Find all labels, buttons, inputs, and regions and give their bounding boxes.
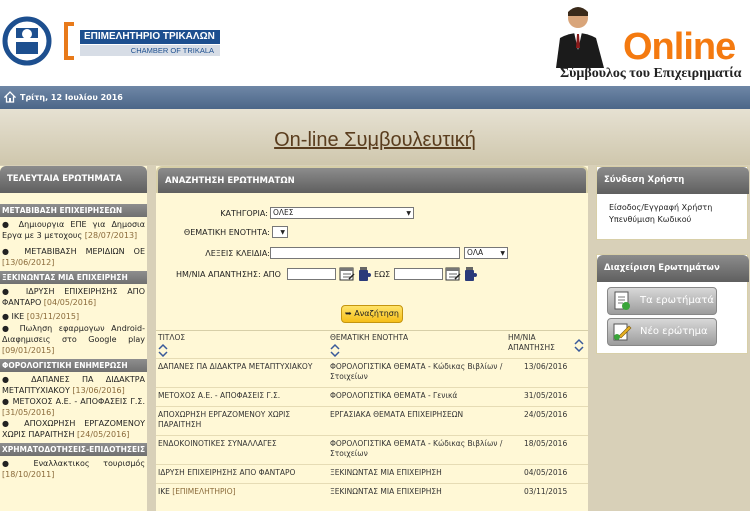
list-item[interactable]: ● Πωληση εφαρμογων Android- Διαφημισεις … — [0, 323, 147, 359]
chevron-down-icon: ▼ — [500, 250, 505, 257]
chevron-down-icon: ▼ — [406, 210, 411, 217]
chamber-name-gr: ΕΠΙΜΕΛΗΤΗΡΙΟ ΤΡΙΚΑΛΩΝ — [80, 30, 220, 44]
manage-title: Διαχείριση Ερωτημάτων — [597, 255, 749, 282]
date-bar: Τρίτη, 12 Ιουλίου 2016 — [0, 86, 750, 109]
login-register-link[interactable]: Είσοδος/Εγγραφή Χρήστη — [609, 202, 712, 213]
date-from-input[interactable] — [287, 268, 336, 280]
current-date: Τρίτη, 12 Ιουλίου 2016 — [20, 93, 123, 102]
keywords-mode-select[interactable]: ΟΛΑ ▼ — [464, 247, 508, 259]
chevron-down-icon: ▼ — [280, 229, 285, 236]
login-panel: Σύνδεση Χρήστη Είσοδος/Εγγραφή Χρήστη Υπ… — [596, 166, 749, 240]
list-item[interactable]: ● ΔΑΠΑΝΕΣ ΠΑ ΔΙΔΑΚΤΡΑ ΜΕΤΑΠΤΥΧΙΑΚΟΥ [13/… — [0, 372, 147, 396]
table-row[interactable]: ΙΚΕ [ΕΠΙΜΕΛΗΤΗΡΙΟ] ΞΕΚΙΝΩΝΤΑΣ ΜΙΑ ΕΠΙΧΕΙ… — [156, 483, 588, 502]
table-row[interactable]: ΜΕΤΟΧΟΣ Α.Ε. - ΑΠΟΦΑΣΕΙΣ Γ.Σ. ΦΟΡΟΛΟΓΙΣΤ… — [156, 387, 588, 406]
keywords-input[interactable] — [270, 247, 460, 259]
latest-questions-title: ΤΕΛΕΥΤΑΙΑ ΕΡΩΤΗΜΑΤΑ — [0, 166, 147, 193]
online-tagline: Σύμβουλος του Επιχειρηματία — [560, 66, 742, 81]
calendar-icon[interactable] — [445, 266, 461, 282]
table-row[interactable]: ΕΝΔΟΚΟΙΝΟΤΙΚΕΣ ΣΥΝΑΛΛΑΓΕΣ ΦΟΡΟΛΟΓΙΣΤΙΚΑ … — [156, 435, 588, 464]
businessman-icon — [556, 7, 604, 68]
sort-icon[interactable] — [330, 343, 340, 357]
online-brand: Online — [623, 26, 736, 68]
chamber-name-en: CHAMBER OF TRIKALA — [80, 45, 220, 56]
results-table: ΔΑΠΑΝΕΣ ΠΑ ΔΙΔΑΚΤΡΑ ΜΕΤΑΠΤΥΧΙΑΚΟΥ ΦΟΡΟΛΟ… — [156, 358, 588, 502]
list-item[interactable]: ● ΜΕΤΟΧΟΣ Α.Ε. - ΑΠΟΦΑΣΕΙΣ Γ.Σ. [31/05/2… — [0, 396, 147, 418]
column-header-title[interactable]: ΤΙΤΛΟΣ — [158, 333, 185, 357]
table-row[interactable]: ΙΔΡΥΣΗ ΕΠΙΧΕΙΡΗΣΗΣ ΑΠΟ ΦΑΝΤΑΡΟ ΞΕΚΙΝΩΝΤΑ… — [156, 464, 588, 483]
to-label: ΕΩΣ — [374, 270, 391, 279]
category-heading[interactable]: ΦΟΡΟΛΟΓΙΣΤΙΚΗ ΕΝΗΜΕΡΩΣΗ — [0, 359, 147, 372]
search-panel-title: ΑΝΑΖΗΤΗΣΗ ΕΡΩΤΗΜΑΤΩΝ — [156, 166, 588, 193]
list-item[interactable]: ● ΑΠΟΧΩΡΗΣΗ ΕΡΓΑΖΟΜΕΝΟΥ ΧΩΡΙΣ ΠΑΡΑΙΤΗΣΗ … — [0, 418, 147, 443]
my-questions-button[interactable]: Τα ερωτήματά μου — [607, 287, 735, 315]
search-button[interactable]: ➥ Αναζήτηση — [341, 305, 403, 323]
edit-document-icon — [613, 323, 632, 341]
keywords-label: ΛΕΞΕΙΣ ΚΛΕΙΔΙΑ: — [205, 249, 270, 258]
search-panel: ΑΝΑΖΗΤΗΣΗ ΕΡΩΤΗΜΑΤΩΝ ΚΑΤΗΓΟΡΙΑ: ΟΛΕΣ ▼ ΘΕ… — [156, 166, 588, 511]
list-item[interactable]: ● Εναλλακτικος τουρισμός [18/10/2011] — [0, 456, 147, 483]
column-header-date[interactable]: ΗΜ/ΝΙΑ ΑΠΑΝΤΗΣΗΣ — [508, 333, 568, 353]
category-heading[interactable]: ΞΕΚΙΝΩΝΤΑΣ ΜΙΑ ΕΠΙΧΕΙΡΗΣΗ — [0, 271, 147, 284]
sort-icon[interactable] — [574, 338, 584, 352]
site-header: ΕΠΙΜΕΛΗΤΗΡΙΟ ΤΡΙΚΑΛΩΝ CHAMBER OF TRIKALA… — [0, 0, 750, 86]
page-banner: On-line Συμβουλευτική — [0, 109, 750, 165]
document-icon — [614, 291, 630, 310]
login-title: Σύνδεση Χρήστη — [597, 167, 749, 194]
chamber-emblem-icon[interactable] — [2, 8, 52, 74]
list-item[interactable]: ● ΜΕΤΑΒΙΒΑΣΗ ΜΕΡΙΔΙΩΝ ΟΕ [13/06/2012] — [0, 244, 147, 271]
chamber-logo[interactable]: ΕΠΙΜΕΛΗΤΗΡΙΟ ΤΡΙΚΑΛΩΝ CHAMBER OF TRIKALA — [64, 22, 220, 60]
list-item[interactable]: ● Δημιουργια ΕΠΕ για Δημοσια Εργα με 3 μ… — [0, 217, 147, 244]
table-row[interactable]: ΔΑΠΑΝΕΣ ΠΑ ΔΙΔΑΚΤΡΑ ΜΕΤΑΠΤΥΧΙΑΚΟΥ ΦΟΡΟΛΟ… — [156, 358, 588, 387]
category-heading[interactable]: ΜΕΤΑΒΙΒΑΣΗ ΕΠΙΧΕΙΡΗΣΕΩΝ — [0, 204, 147, 217]
clear-date-icon[interactable] — [463, 266, 478, 282]
theme-label: ΘΕΜΑΤΙΚΗ ΕΝΟΤΗΤΑ: — [183, 228, 270, 237]
category-label: ΚΑΤΗΓΟΡΙΑ: — [220, 209, 268, 218]
page-title[interactable]: On-line Συμβουλευτική — [0, 129, 750, 151]
calendar-icon[interactable] — [339, 266, 355, 282]
table-row[interactable]: ΑΠΟΧΩΡΗΣΗ ΕΡΓΑΖΟΜΕΝΟΥ ΧΩΡΙΣ ΠΑΡΑΙΤΗΣΗ ΕΡ… — [156, 406, 588, 435]
manage-questions-panel: Διαχείριση Ερωτημάτων Τα ερωτήματά μου Ν… — [596, 254, 749, 354]
sort-icon[interactable] — [158, 343, 168, 357]
list-item[interactable]: ● ΙΚΕ [03/11/2015] — [0, 311, 147, 323]
category-select[interactable]: ΟΛΕΣ ▼ — [270, 207, 414, 219]
password-reminder-link[interactable]: Υπενθύμιση Κωδικού — [609, 214, 691, 225]
latest-questions-panel: ΤΕΛΕΥΤΑΙΑ ΕΡΩΤΗΜΑΤΑ ΜΕΤΑΒΙΒΑΣΗ ΕΠΙΧΕΙΡΗΣ… — [0, 166, 147, 511]
list-item[interactable]: ● ΙΔΡΥΣΗ ΕΠΙΧΕΙΡΗΣΗΣ ΑΠΟ ΦΑΝΤΑΡΟ [04/05/… — [0, 284, 147, 311]
category-heading[interactable]: ΧΡΗΜΑΤΟΔΟΤΗΣΕΙΣ-ΕΠΙΔΟΤΗΣΕΙΣ — [0, 443, 147, 456]
answer-date-label: ΗΜ/ΝΙΑ ΑΠΑΝΤΗΣΗΣ: ΑΠΟ — [176, 270, 281, 279]
theme-select[interactable]: ▼ — [272, 226, 288, 238]
date-to-input[interactable] — [394, 268, 443, 280]
home-icon[interactable] — [4, 91, 16, 103]
column-header-theme[interactable]: ΘΕΜΑΤΙΚΗ ΕΝΟΤΗΤΑ — [330, 333, 408, 357]
new-question-button[interactable]: Νέο ερώτημα — [607, 318, 717, 346]
arrow-right-icon: ➥ — [345, 309, 352, 318]
clear-date-icon[interactable] — [357, 266, 372, 282]
